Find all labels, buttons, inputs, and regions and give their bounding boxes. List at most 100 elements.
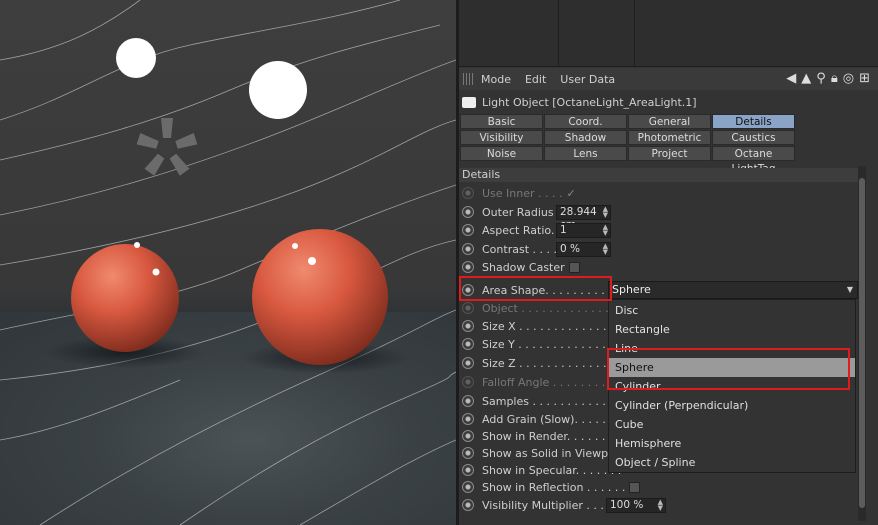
show-in-reflection-checkbox[interactable]	[629, 481, 641, 493]
object-title: Light Object [OctaneLight_AreaLight.1]	[482, 95, 697, 109]
label-samples: Samples . . . . . . . . . . . .	[482, 394, 613, 408]
animation-radio[interactable]	[462, 224, 474, 236]
option-cube[interactable]: Cube	[609, 415, 855, 434]
viewport-scene	[0, 0, 456, 525]
spinner-icon: ▲ ▼	[657, 497, 663, 512]
label-contrast: Contrast . . . . .	[482, 242, 564, 256]
row-shadow-caster: Shadow Caster	[459, 258, 859, 276]
sphere-left	[71, 244, 179, 352]
label-size-x: Size X . . . . . . . . . . . . . .	[482, 319, 614, 333]
grip-handle[interactable]	[463, 73, 475, 85]
row-aspect-ratio: Aspect Ratio. . 1 ▲ ▼	[459, 221, 859, 239]
label-size-z: Size Z . . . . . . . . . . . . . .	[482, 356, 614, 370]
animation-radio[interactable]	[462, 464, 474, 476]
option-cylinder-perpendicular[interactable]: Cylinder (Perpendicular)	[609, 396, 855, 415]
animation-radio[interactable]	[462, 320, 474, 332]
animation-radio[interactable]	[462, 243, 474, 255]
label-outer-radius: Outer Radius	[482, 205, 554, 219]
menu-mode[interactable]: Mode	[481, 73, 511, 86]
option-object-spline[interactable]: Object / Spline	[609, 453, 855, 472]
animation-radio[interactable]	[462, 376, 474, 388]
search-icon[interactable]: ⚲	[816, 71, 826, 86]
use-inner-checkbox[interactable]: ✓	[567, 187, 576, 200]
tab-lens[interactable]: Lens	[544, 146, 627, 161]
attribute-tabs: Basic Coord. General Details Visibility …	[460, 114, 798, 175]
label-falloff-angle: Falloff Angle . . . . . . . . .	[482, 375, 613, 389]
row-show-in-reflection: Show in Reflection . . . . . .	[459, 478, 859, 496]
label-use-inner: Use Inner . . . .	[482, 186, 563, 200]
section-header-details[interactable]: Details	[459, 168, 861, 182]
shadow-caster-checkbox[interactable]	[568, 261, 580, 273]
label-show-as-solid: Show as Solid in Viewport	[482, 446, 624, 460]
lock-icon[interactable]: 🔒︎	[831, 71, 838, 86]
spinner-icon: ▲ ▼	[602, 241, 608, 256]
tab-shadow[interactable]: Shadow	[544, 130, 627, 145]
scrollbar-thumb[interactable]	[859, 178, 865, 508]
animation-radio[interactable]	[462, 357, 474, 369]
wire-lines	[0, 0, 456, 525]
target-icon[interactable]: ◎	[843, 71, 854, 86]
light-spot-left	[116, 38, 156, 78]
tab-noise[interactable]: Noise	[460, 146, 543, 161]
area-shape-dropdown[interactable]: Sphere ▼	[608, 281, 858, 299]
label-show-in-specular: Show in Specular. . . . . . .	[482, 463, 622, 477]
label-shadow-caster: Shadow Caster	[482, 260, 565, 274]
animation-radio[interactable]	[462, 447, 474, 459]
tab-caustics[interactable]: Caustics	[712, 130, 795, 145]
animation-radio[interactable]	[462, 187, 474, 199]
spinner-icon: ▲ ▼	[602, 204, 608, 219]
light-spot-right	[249, 61, 307, 119]
animation-radio[interactable]	[462, 206, 474, 218]
outer-radius-field[interactable]: 28.944 cm▲▼	[556, 204, 611, 231]
back-arrow-icon[interactable]: ◀	[786, 71, 796, 86]
option-rectangle[interactable]: Rectangle	[609, 320, 855, 339]
animation-radio[interactable]	[462, 302, 474, 314]
tab-project[interactable]: Project	[628, 146, 711, 161]
attributes-panel: Mode Edit User Data ◀ ▲ ⚲ 🔒︎ ◎ ⊞ Light O…	[459, 0, 878, 525]
area-shape-value: Sphere	[612, 283, 651, 296]
spinner-icon: ▲ ▼	[602, 222, 608, 237]
visibility-multiplier-field[interactable]: 100 % ▲ ▼	[606, 497, 666, 513]
tab-octane-lighttag[interactable]: Octane LightTag	[712, 146, 795, 175]
label-show-in-render: Show in Render. . . . . . . .	[482, 429, 620, 443]
label-show-in-reflection: Show in Reflection . . . . . .	[482, 480, 626, 494]
render-viewport[interactable]	[0, 0, 456, 525]
aspect-ratio-field[interactable]: 1 ▲ ▼	[556, 222, 611, 238]
label-aspect-ratio: Aspect Ratio. .	[482, 223, 562, 237]
row-outer-radius: Outer Radius 28.944 cm▲▼	[459, 203, 859, 231]
animation-radio[interactable]	[462, 499, 474, 511]
vertical-scrollbar[interactable]	[858, 166, 866, 521]
animation-radio[interactable]	[462, 261, 474, 273]
tab-coord[interactable]: Coord.	[544, 114, 627, 129]
up-arrow-icon[interactable]: ▲	[801, 71, 811, 86]
contrast-field[interactable]: 0 % ▲ ▼	[556, 241, 611, 257]
animation-radio[interactable]	[462, 430, 474, 442]
row-use-inner: Use Inner . . . . ✓	[459, 184, 859, 202]
label-visibility-multiplier: Visibility Multiplier . . . . .	[482, 498, 618, 512]
highlight-area-shape	[459, 276, 612, 301]
highlight-sphere-option	[607, 348, 850, 390]
animation-radio[interactable]	[462, 413, 474, 425]
tab-basic[interactable]: Basic	[460, 114, 543, 129]
label-object: Object . . . . . . . . . . . . . .	[482, 301, 616, 315]
top-panel-area	[459, 0, 878, 67]
animation-radio[interactable]	[462, 338, 474, 350]
option-hemisphere[interactable]: Hemisphere	[609, 434, 855, 453]
row-contrast: Contrast . . . . . 0 % ▲ ▼	[459, 240, 859, 258]
animation-radio[interactable]	[462, 481, 474, 493]
light-object-icon	[462, 96, 476, 108]
tab-visibility[interactable]: Visibility	[460, 130, 543, 145]
tab-general[interactable]: General	[628, 114, 711, 129]
label-size-y: Size Y . . . . . . . . . . . . . .	[482, 337, 613, 351]
row-visibility-multiplier: Visibility Multiplier . . . . . 100 % ▲ ▼	[459, 496, 859, 514]
menu-edit[interactable]: Edit	[525, 73, 546, 86]
label-add-grain: Add Grain (Slow). . . . . . .	[482, 412, 620, 426]
tab-details[interactable]: Details	[712, 114, 795, 129]
menu-user-data[interactable]: User Data	[560, 73, 615, 86]
object-title-bar: Light Object [OctaneLight_AreaLight.1]	[459, 93, 878, 111]
tab-photometric[interactable]: Photometric	[628, 130, 711, 145]
sphere-right	[252, 229, 388, 365]
option-disc[interactable]: Disc	[609, 301, 855, 320]
new-panel-icon[interactable]: ⊞	[859, 71, 870, 86]
animation-radio[interactable]	[462, 395, 474, 407]
